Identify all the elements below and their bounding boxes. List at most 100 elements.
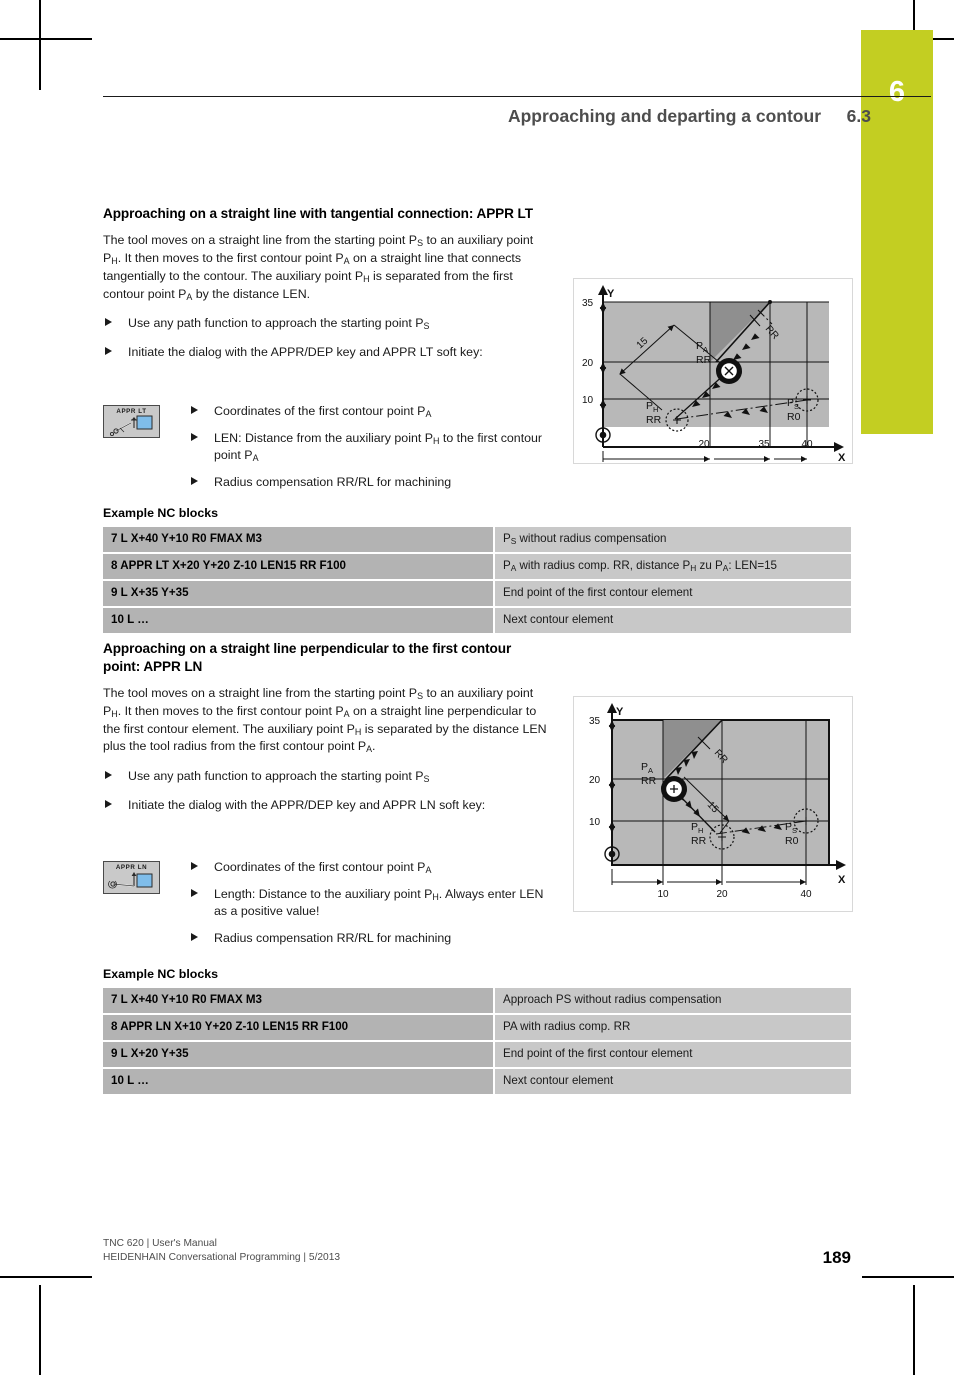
table-row: 10 L … Next contour element — [103, 1068, 851, 1094]
triangle-bullet-icon — [191, 862, 198, 870]
list-item: Radius compensation RR/RL for machining — [189, 474, 550, 492]
svg-text:X: X — [838, 874, 846, 886]
nc-code-cell: 9 L X+20 Y+35 — [103, 1041, 493, 1067]
nc-code-cell: 7 L X+40 Y+10 R0 FMAX M3 — [103, 527, 493, 552]
crop-mark-bottom-right-h — [862, 1276, 954, 1278]
svg-text:H: H — [653, 405, 658, 414]
section-2-table-wrap: Example NC blocks 7 L X+40 Y+10 R0 FMAX … — [103, 967, 851, 1096]
nc-desc-cell: End point of the first contour element — [493, 1041, 851, 1067]
svg-text:P: P — [691, 821, 698, 833]
appr-ln-figure: Y X 35 20 10 10 20 40 RR 15 P A RR P H R… — [573, 696, 853, 912]
page-footer: TNC 620 | User's Manual HEIDENHAIN Conve… — [103, 1237, 851, 1267]
triangle-bullet-icon — [191, 432, 198, 441]
list-item: Coordinates of the first contour point P… — [189, 403, 550, 421]
section-2-text-column: Approaching on a straight line perpendic… — [103, 640, 550, 826]
svg-text:RR: RR — [696, 354, 712, 366]
svg-text:20: 20 — [582, 358, 594, 369]
section-2-heading: Approaching on a straight line perpendic… — [103, 641, 512, 674]
header-rule — [103, 96, 931, 98]
nc-code-cell: 7 L X+40 Y+10 R0 FMAX M3 — [103, 988, 493, 1013]
list-item: Initiate the dialog with the APPR/DEP ke… — [103, 344, 550, 362]
section-2-subbullets-wrap: Coordinates of the first contour point P… — [103, 859, 550, 956]
crop-mark-bottom-left-v — [39, 1285, 41, 1375]
section-1-nc-table: 7 L X+40 Y+10 R0 FMAX M3 PS without radi… — [103, 525, 851, 635]
table-row: 8 APPR LT X+20 Y+20 Z-10 LEN15 RR F100 P… — [103, 553, 851, 579]
svg-text:X: X — [838, 452, 846, 463]
section-2-bullets: Use any path function to approach the st… — [103, 768, 550, 814]
svg-text:A: A — [703, 345, 708, 354]
svg-text:Y: Y — [607, 288, 615, 300]
section-2-sub-bullets: Coordinates of the first contour point P… — [189, 859, 550, 947]
svg-text:10: 10 — [589, 817, 601, 828]
section-2-nc-table: 7 L X+40 Y+10 R0 FMAX M3 Approach PS wit… — [103, 986, 851, 1096]
list-item: Length: Distance to the auxiliary point … — [189, 886, 550, 921]
nc-desc-cell: PS without radius compensation — [493, 527, 851, 552]
svg-text:H: H — [698, 826, 703, 835]
nc-desc-cell: Approach PS without radius compensation — [493, 988, 851, 1013]
section-1-paragraph: The tool moves on a straight line from t… — [103, 232, 534, 302]
footer-line-2: HEIDENHAIN Conversational Programming | … — [103, 1252, 341, 1264]
triangle-bullet-icon — [191, 406, 198, 414]
svg-text:35: 35 — [758, 439, 770, 450]
header-title: Approaching and departing a contour — [507, 106, 821, 126]
footer-line-1: TNC 620 | User's Manual — [103, 1238, 217, 1249]
section-1-subbullets-wrap: Coordinates of the first contour point P… — [103, 403, 550, 500]
svg-text:S: S — [792, 826, 797, 835]
section-1-sub-bullets: Coordinates of the first contour point P… — [189, 403, 550, 491]
table-row: 8 APPR LN X+10 Y+20 Z-10 LEN15 RR F100 P… — [103, 1014, 851, 1040]
svg-text:RR: RR — [646, 414, 662, 426]
section-1-bullets: Use any path function to approach the st… — [103, 315, 550, 361]
list-item: Use any path function to approach the st… — [103, 315, 550, 333]
svg-text:S: S — [794, 402, 799, 411]
svg-text:20: 20 — [589, 775, 601, 786]
triangle-bullet-icon — [191, 888, 198, 897]
crop-mark-top-left-v — [39, 0, 41, 90]
section-1-table-title: Example NC blocks — [103, 506, 219, 520]
list-item: Use any path function to approach the st… — [103, 768, 550, 786]
triangle-bullet-icon — [105, 799, 112, 808]
svg-text:A: A — [648, 766, 653, 775]
header-section-number: 6.3 — [846, 106, 871, 126]
chapter-number: 6 — [888, 76, 906, 108]
page-number: 189 — [822, 1248, 851, 1267]
list-item: Radius compensation RR/RL for machining — [189, 930, 550, 948]
nc-code-cell: 8 APPR LN X+10 Y+20 Z-10 LEN15 RR F100 — [103, 1014, 493, 1040]
svg-text:20: 20 — [698, 439, 710, 450]
svg-text:20: 20 — [716, 889, 728, 900]
svg-text:R0: R0 — [785, 835, 799, 847]
svg-text:RR: RR — [691, 835, 707, 847]
svg-text:RR: RR — [641, 775, 657, 787]
section-1-table-wrap: Example NC blocks 7 L X+40 Y+10 R0 FMAX … — [103, 506, 851, 635]
nc-desc-cell: PA with radius comp. RR — [493, 1014, 851, 1040]
crop-mark-top-left-h — [0, 38, 92, 40]
svg-text:10: 10 — [582, 395, 594, 406]
triangle-bullet-icon — [105, 318, 112, 327]
table-row: 7 L X+40 Y+10 R0 FMAX M3 Approach PS wit… — [103, 988, 851, 1013]
svg-text:Y: Y — [616, 706, 624, 718]
svg-text:40: 40 — [801, 439, 813, 450]
nc-desc-cell: End point of the first contour element — [493, 580, 851, 606]
list-item: Coordinates of the first contour point P… — [189, 859, 550, 877]
table-row: 9 L X+35 Y+35 End point of the first con… — [103, 580, 851, 606]
nc-desc-cell: Next contour element — [493, 1068, 851, 1094]
table-row: 9 L X+20 Y+35 End point of the first con… — [103, 1041, 851, 1067]
section-1-heading: Approaching on a straight line with tang… — [103, 206, 533, 221]
svg-text:35: 35 — [582, 298, 594, 309]
table-row: 7 L X+40 Y+10 R0 FMAX M3 PS without radi… — [103, 527, 851, 552]
nc-desc-cell: PA with radius comp. RR, distance PH zu … — [493, 553, 851, 579]
svg-text:P: P — [785, 821, 792, 833]
svg-text:P: P — [696, 340, 703, 352]
table-row: 10 L … Next contour element — [103, 607, 851, 633]
section-2-table-title: Example NC blocks — [103, 967, 219, 981]
triangle-bullet-icon — [105, 346, 112, 355]
section-2-paragraph: The tool moves on a straight line from t… — [103, 685, 547, 755]
svg-text:P: P — [787, 397, 794, 409]
svg-text:R0: R0 — [787, 411, 801, 423]
chapter-tab: 6 — [861, 30, 933, 434]
triangle-bullet-icon — [105, 771, 112, 780]
nc-code-cell: 9 L X+35 Y+35 — [103, 580, 493, 606]
svg-text:P: P — [641, 761, 648, 773]
svg-text:40: 40 — [800, 889, 812, 900]
section-1-text-column: Approaching on a straight line with tang… — [103, 205, 550, 373]
page-header: Approaching and departing a contour 6.3 — [103, 96, 931, 136]
